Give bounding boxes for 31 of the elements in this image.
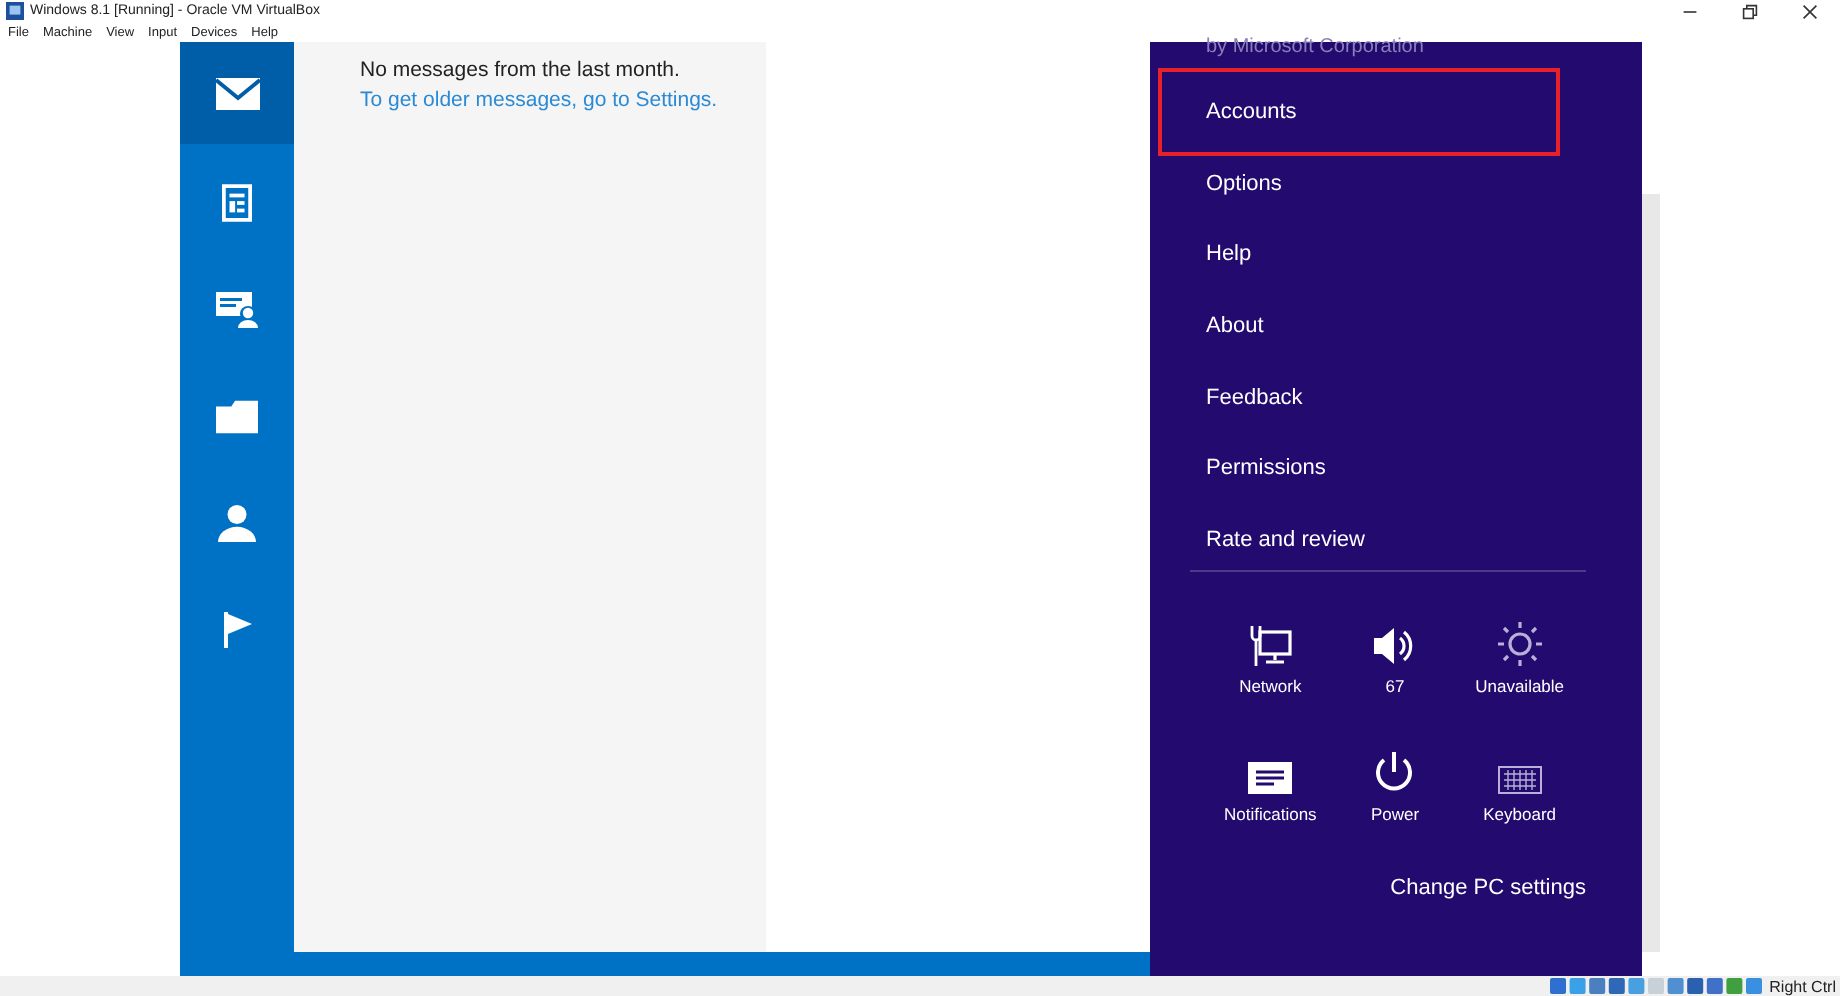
folder-icon bbox=[216, 399, 258, 434]
keyboard-icon bbox=[1497, 765, 1542, 794]
restore-icon bbox=[1742, 3, 1758, 19]
settings-item[interactable]: About bbox=[1150, 290, 1642, 362]
settings-item[interactable]: Feedback bbox=[1150, 361, 1642, 433]
flag-icon bbox=[223, 612, 251, 649]
close-icon bbox=[1802, 3, 1818, 19]
quick-setting-button[interactable]: Notifications bbox=[1208, 735, 1333, 824]
person-icon bbox=[218, 504, 256, 543]
envelope-icon bbox=[215, 77, 259, 109]
quick-setting-button[interactable]: Network bbox=[1208, 607, 1333, 696]
sun-icon bbox=[1497, 621, 1542, 666]
nav-item[interactable] bbox=[180, 42, 294, 144]
monitor-icon bbox=[1248, 625, 1293, 666]
empty-message-notice: No messages from the last month. To get older messages, go to Settings. bbox=[360, 56, 758, 116]
contact-card-icon bbox=[215, 291, 259, 328]
message-lines-icon bbox=[1248, 761, 1293, 794]
newsfeed-icon bbox=[222, 183, 252, 222]
scrollbar[interactable] bbox=[1642, 194, 1660, 952]
settings-item[interactable]: Rate and review bbox=[1150, 504, 1642, 576]
settings-item[interactable]: Accounts bbox=[1158, 68, 1560, 156]
settings-item[interactable]: Help bbox=[1150, 218, 1642, 291]
settings-item[interactable]: Permissions bbox=[1150, 432, 1642, 505]
change-pc-settings-link[interactable]: Change PC settings bbox=[1390, 875, 1586, 900]
quick-setting-button[interactable]: 67 bbox=[1332, 607, 1458, 696]
app-logo-icon bbox=[6, 2, 24, 20]
power-icon bbox=[1372, 749, 1417, 794]
host-key-label: Right Ctrl bbox=[1769, 977, 1836, 995]
publisher-text: by Microsoft Corporation bbox=[1204, 38, 1426, 56]
speaker-icon bbox=[1372, 625, 1417, 666]
quick-setting-button[interactable]: Power bbox=[1332, 735, 1458, 824]
